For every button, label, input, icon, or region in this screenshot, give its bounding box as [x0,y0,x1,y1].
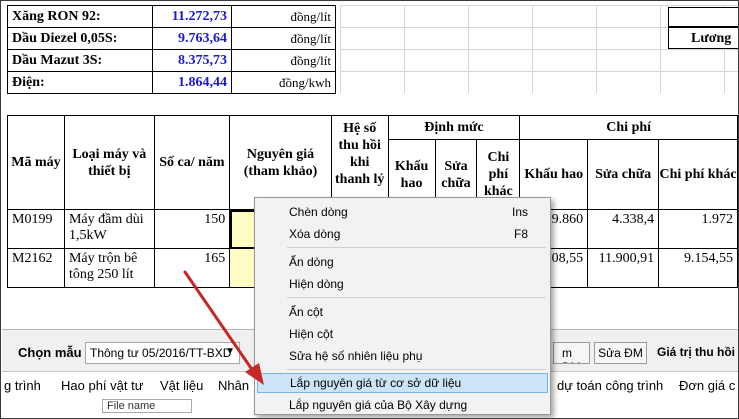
header-loai-may[interactable]: Loại máy và thiết bị [63,115,155,210]
file-name-field[interactable]: File name [102,399,192,413]
header-nguyen-gia[interactable]: Nguyên giá (tham khảo) [229,115,332,210]
fuel-unit[interactable]: đồng/lít [231,49,336,72]
header-so-ca[interactable]: Số ca/ năm [153,115,231,210]
menu-item-label: Hiện cột [289,327,334,341]
menu-item-sua-he-so[interactable]: Sửa hệ số nhiên liệu phụ [257,346,548,366]
fuel-row: Dầu Diezel 0,05S: 9.763,64 đồng/lít [7,27,336,50]
tab-nhan-cong[interactable]: Nhân [218,378,249,393]
menu-item-label: Lắp nguyên giá của Bộ Xây dựng [289,398,468,412]
context-menu: Chèn dòng Ins Xóa dòng F8 Ẩn dòng Hiện d… [254,197,551,415]
fuel-unit[interactable]: đồng/kwh [231,71,336,94]
menu-item-shortcut: F8 [513,227,528,241]
menu-item-chen-dong[interactable]: Chèn dòng Ins [257,202,548,222]
template-select-value: Thông tư 05/2016/TT-BXD [90,346,232,360]
header-ma-may[interactable]: Mã máy [7,115,65,210]
cell-loai[interactable]: Máy trộn bê tông 250 lít [63,248,155,288]
luong-cell[interactable]: Lương [668,27,738,49]
dinh-muc-button[interactable]: m ĐM [553,342,590,364]
fuel-name[interactable]: Dầu Mazut 3S: [7,49,153,72]
cell-cp-sc[interactable]: 11.900,91 [587,248,660,288]
tab-don-gia[interactable]: Đơn giá c [679,378,735,393]
menu-item-label: Sửa hệ số nhiên liệu phụ [289,349,423,363]
menu-item-hien-cot[interactable]: Hiện cột [257,324,548,344]
header-he-so[interactable]: Hệ số thu hồi khi thanh lý [330,115,389,210]
menu-item-lap-nguyen-gia-csdl[interactable]: Lắp nguyên giá từ cơ sở dữ liệu [257,373,548,393]
fuel-value[interactable]: 11.272,73 [152,5,232,28]
header-row-1: Mã máy Loại máy và thiết bị Số ca/ năm N… [7,115,738,210]
menu-item-hien-dong[interactable]: Hiện dòng [257,274,548,294]
menu-item-label: Lắp nguyên giá từ cơ sở dữ liệu [290,376,462,390]
cell-ma[interactable]: M0199 [7,209,65,249]
cell-cp-sc[interactable]: 4.338,4 [587,209,660,249]
cell-cp-khac[interactable]: 9.154,55 [658,248,738,288]
menu-separator [287,369,546,370]
menu-separator [287,297,546,298]
fuel-price-table: Xăng RON 92: 11.272,73 đồng/lít Dầu Diez… [7,5,336,94]
menu-item-label: Ẩn cột [289,305,324,319]
fuel-value[interactable]: 8.375,73 [152,49,232,72]
header-chi-phi[interactable]: Chi phí [519,115,738,140]
sua-dm-button[interactable]: Sửa ĐM [594,342,647,364]
menu-item-xoa-dong[interactable]: Xóa dòng F8 [257,224,548,244]
spreadsheet-window: Lương Xăng RON 92: 11.272,73 đồng/lít Dầ… [0,0,739,419]
fuel-name[interactable]: Dầu Diezel 0,05S: [7,27,153,50]
fuel-unit[interactable]: đồng/lít [231,27,336,50]
cell-cp-khac[interactable]: 1.972 [658,209,738,249]
tab-du-toan-cong-trinh[interactable]: dự toán công trình [557,378,663,393]
fuel-value[interactable]: 1.864,44 [152,71,232,94]
cell-so-ca[interactable]: 165 [153,248,231,288]
menu-item-shortcut: Ins [511,205,528,219]
menu-item-an-cot[interactable]: Ẩn cột [257,302,548,322]
cell-so-ca[interactable]: 150 [153,209,231,249]
header-dinh-muc[interactable]: Định mức [387,115,521,140]
header-cp-sua-chua[interactable]: Sửa chữa [587,139,660,210]
menu-item-label: Xóa dòng [289,227,341,241]
fuel-row: Dầu Mazut 3S: 8.375,73 đồng/lít [7,49,336,72]
menu-separator [287,247,546,248]
chon-mau-label: Chọn mẫu [18,345,82,360]
cell-loai[interactable]: Máy đầm dùi 1,5kW [63,209,155,249]
tab-hao-phi-vat-tu[interactable]: Hao phí vật tư [61,378,143,393]
template-select[interactable]: Thông tư 05/2016/TT-BXD ▼ [85,342,240,364]
fuel-row: Xăng RON 92: 11.272,73 đồng/lít [7,5,336,28]
menu-item-label: Ẩn dòng [289,255,334,269]
cell-ma[interactable]: M2162 [7,248,65,288]
fuel-row: Điện: 1.864,44 đồng/kwh [7,71,336,94]
fuel-name[interactable]: Xăng RON 92: [7,5,153,28]
fuel-unit[interactable]: đồng/lít [231,5,336,28]
fuel-name[interactable]: Điện: [7,71,153,94]
luong-cell-top[interactable] [668,7,738,27]
header-cp-chi-phi-khac[interactable]: Chi phí khác [658,139,738,210]
tab-cong-trinh[interactable]: g trình [4,378,41,393]
gia-tri-thu-hoi-label: Giá trị thu hồi [657,345,735,359]
menu-item-an-dong[interactable]: Ẩn dòng [257,252,548,272]
fuel-value[interactable]: 9.763,64 [152,27,232,50]
menu-item-label: Hiện dòng [289,277,344,291]
menu-item-label: Chèn dòng [289,205,348,219]
menu-item-lap-nguyen-gia-bxd[interactable]: Lắp nguyên giá của Bộ Xây dựng [257,395,548,415]
tab-vat-lieu[interactable]: Vật liệu [160,378,203,393]
chevron-down-icon[interactable]: ▼ [225,346,235,357]
